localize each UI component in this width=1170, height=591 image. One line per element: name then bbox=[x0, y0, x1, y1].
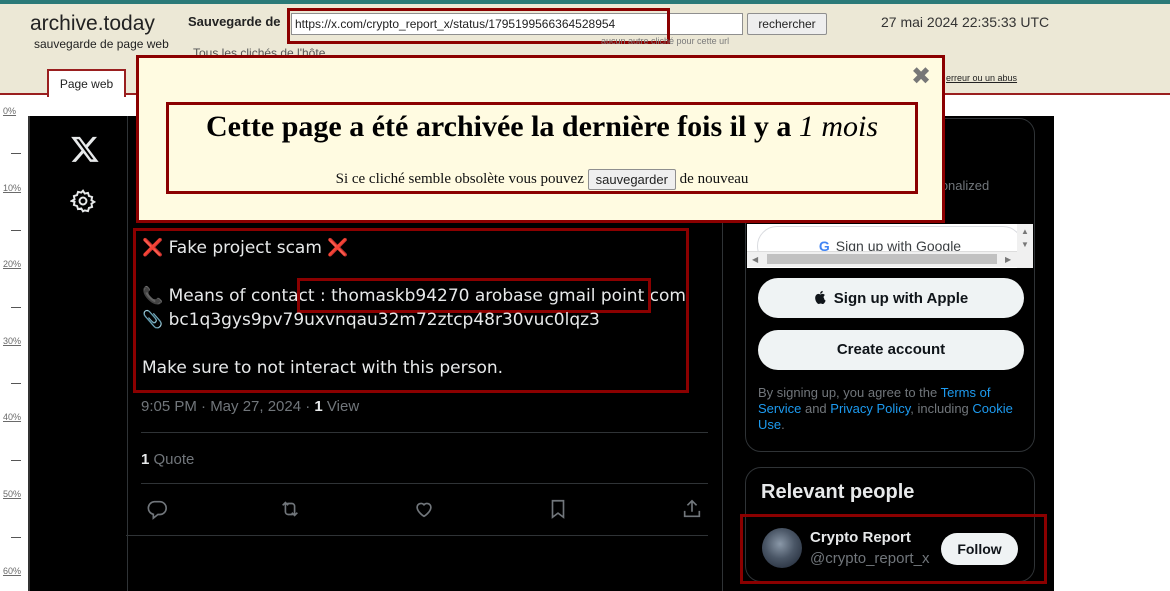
like-heart-icon[interactable] bbox=[413, 498, 435, 520]
views-count: 1 bbox=[314, 398, 323, 415]
divider bbox=[126, 535, 708, 536]
person-highlight-box bbox=[740, 514, 1047, 584]
ruler-label[interactable]: 60% bbox=[3, 566, 21, 576]
popup-line-before: Si ce cliché semble obsolète vous pouvez bbox=[335, 170, 584, 187]
apple-logo-icon bbox=[814, 290, 826, 304]
divider bbox=[141, 432, 708, 433]
quotes-label: Quote bbox=[149, 451, 195, 468]
contact-highlight-box bbox=[297, 278, 651, 313]
create-account-button[interactable]: Create account bbox=[758, 330, 1024, 370]
ruler-label[interactable]: 40% bbox=[3, 412, 21, 422]
terms-notice: By signing up, you agree to the Terms of… bbox=[758, 385, 1028, 433]
ruler-tick bbox=[11, 307, 21, 308]
ruler-tick bbox=[11, 460, 21, 461]
tweet-scam-text: Fake project scam bbox=[168, 238, 322, 258]
apple-signup-label: Sign up with Apple bbox=[833, 290, 969, 307]
settings-gear-icon[interactable] bbox=[70, 188, 96, 214]
ruler-label[interactable]: 10% bbox=[3, 183, 21, 193]
views-label: View bbox=[322, 398, 360, 415]
popup-resave-line: Si ce cliché semble obsolète vous pouvez… bbox=[166, 169, 918, 190]
ruler-tick bbox=[11, 537, 21, 538]
ruler-label[interactable]: 30% bbox=[3, 336, 21, 346]
tweet-line-wallet: 📎 bc1q3gys9pv79uxvnqau32m72ztcp48r30vuc0… bbox=[142, 310, 600, 330]
quotes-stat[interactable]: 1 Quote bbox=[141, 451, 194, 468]
frame-scroll-thumb[interactable] bbox=[767, 254, 997, 264]
report-abuse-link[interactable]: erreur ou un abus bbox=[946, 73, 1017, 83]
ruler-tick bbox=[11, 230, 21, 231]
popup-line-after: de nouveau bbox=[679, 170, 749, 187]
relevant-people-title: Relevant people bbox=[761, 481, 915, 503]
snapshot-datetime: 27 mai 2024 22:35:33 UTC bbox=[881, 14, 1050, 30]
search-button[interactable]: rechercher bbox=[747, 13, 827, 35]
x-logo-icon[interactable] bbox=[70, 134, 100, 164]
scroll-down-arrow-icon[interactable]: ▼ bbox=[1021, 240, 1029, 249]
tweet-timestamp[interactable]: 9:05 PM · May 27, 2024 · bbox=[141, 398, 314, 415]
archive-brand[interactable]: archive.today bbox=[30, 12, 155, 36]
scroll-right-arrow-icon[interactable]: ▶ bbox=[1005, 255, 1011, 264]
scroll-ruler: 0% 10% 20% 30% 40% 50% 60% bbox=[0, 97, 28, 591]
tweet-wallet-text: bc1q3gys9pv79uxvnqau32m72ztcp48r30vuc0lq… bbox=[168, 310, 600, 330]
paperclip-icon: 📎 bbox=[142, 310, 164, 330]
ruler-tick bbox=[11, 153, 21, 154]
terms-and: and bbox=[801, 401, 831, 416]
telephone-icon: 📞 bbox=[142, 286, 164, 306]
tweet-line-scam: ❌ Fake project scam ❌ bbox=[142, 238, 348, 258]
ruler-label[interactable]: 20% bbox=[3, 259, 21, 269]
ruler-label[interactable]: 0% bbox=[3, 106, 16, 116]
resave-button[interactable]: sauvegarder bbox=[587, 169, 676, 190]
popup-title-text: Cette page a été archivée la dernière fo… bbox=[205, 110, 792, 143]
terms-including: , including bbox=[910, 401, 973, 416]
reply-icon[interactable] bbox=[146, 498, 168, 520]
repost-icon[interactable] bbox=[279, 498, 301, 520]
scroll-up-arrow-icon[interactable]: ▲ bbox=[1021, 227, 1029, 236]
divider bbox=[141, 483, 708, 484]
popup-title-age: 1 mois bbox=[798, 110, 879, 143]
ruler-label[interactable]: 50% bbox=[3, 489, 21, 499]
share-icon[interactable] bbox=[681, 498, 703, 520]
terms-prefix: By signing up, you agree to the bbox=[758, 385, 941, 400]
privacy-link[interactable]: Privacy Policy bbox=[830, 401, 910, 416]
bookmark-icon[interactable] bbox=[547, 498, 569, 520]
ruler-tick bbox=[11, 383, 21, 384]
cross-mark-icon: ❌ bbox=[327, 238, 349, 258]
tweet-meta: 9:05 PM · May 27, 2024 · 1 View bbox=[141, 398, 359, 415]
popup-title: Cette page a été archivée la dernière fo… bbox=[166, 110, 918, 144]
tweet-line-warning: Make sure to not interact with this pers… bbox=[142, 358, 504, 378]
apple-signup-button[interactable]: Sign up with Apple bbox=[758, 278, 1024, 318]
tab-webpage[interactable]: Page web bbox=[47, 69, 126, 97]
close-icon[interactable]: ✖ bbox=[911, 62, 931, 90]
save-label: Sauvegarde de bbox=[188, 14, 281, 29]
no-other-snapshot-note: aucun autre cliché pour cette url bbox=[601, 36, 730, 46]
cross-mark-icon: ❌ bbox=[142, 238, 164, 258]
archive-brand-subtitle: sauvegarde de page web bbox=[34, 37, 169, 51]
scroll-left-arrow-icon[interactable]: ◀ bbox=[752, 255, 758, 264]
terms-end: . bbox=[781, 417, 785, 432]
